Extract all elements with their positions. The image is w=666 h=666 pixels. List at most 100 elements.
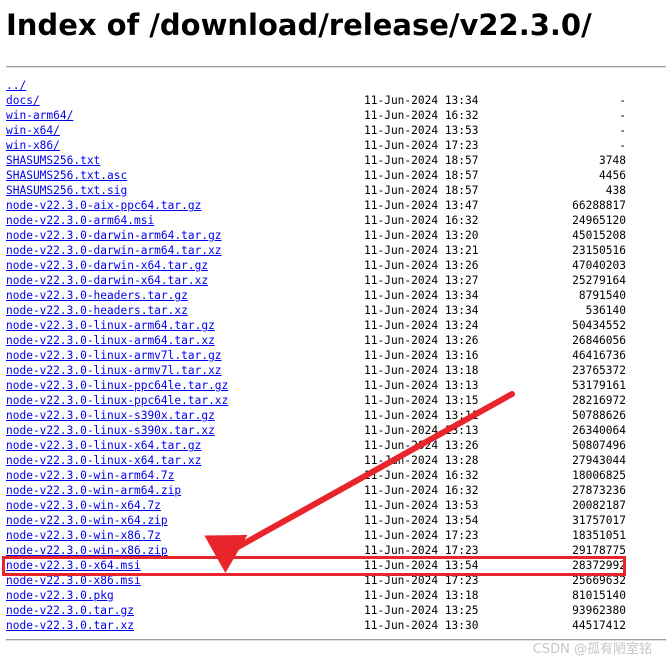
listing-row: node-v22.3.0-win-arm64.7z 11-Jun-2024 16:… — [6, 468, 626, 483]
listing-row: node-v22.3.0.tar.xz 11-Jun-2024 13:30 4451… — [6, 618, 626, 633]
listing-row: win-x86/11-Jun-2024 17:23 - — [6, 138, 626, 153]
listing-row: docs/11-Jun-2024 13:34 - — [6, 93, 626, 108]
modified-date: 11-Jun-2024 16:32 — [364, 469, 479, 482]
modified-date: 11-Jun-2024 17:23 — [364, 529, 479, 542]
directory-link[interactable]: win-x86/ — [6, 138, 60, 153]
file-link[interactable]: node-v22.3.0-linux-arm64.tar.xz — [6, 333, 215, 348]
listing-row: node-v22.3.0-x86.msi 11-Jun-2024 17:23 256… — [6, 573, 626, 588]
modified-date: 11-Jun-2024 16:32 — [364, 109, 479, 122]
file-size: - — [619, 124, 626, 137]
file-size: 31757017 — [572, 514, 626, 527]
modified-date: 11-Jun-2024 13:26 — [364, 259, 479, 272]
file-size: 18006825 — [572, 469, 626, 482]
modified-date: 11-Jun-2024 13:53 — [364, 124, 479, 137]
listing-row: node-v22.3.0-arm64.msi 11-Jun-2024 16:32 2… — [6, 213, 626, 228]
modified-date: 11-Jun-2024 13:13 — [364, 379, 479, 392]
file-link[interactable]: node-v22.3.0-linux-x64.tar.gz — [6, 438, 201, 453]
directory-link[interactable]: win-x64/ — [6, 123, 60, 138]
listing-row: node-v22.3.0-win-x86.zip 11-Jun-2024 17:2… — [6, 543, 626, 558]
file-link[interactable]: node-v22.3.0-aix-ppc64.tar.gz — [6, 198, 201, 213]
file-size: 28372992 — [572, 559, 626, 572]
file-link[interactable]: node-v22.3.0-darwin-x64.tar.gz — [6, 258, 208, 273]
directory-link[interactable]: win-arm64/ — [6, 108, 73, 123]
file-link[interactable]: node-v22.3.0-x86.msi — [6, 573, 141, 588]
listing-row: node-v22.3.0-win-x86.7z 11-Jun-2024 17:23… — [6, 528, 626, 543]
listing-row: win-arm64/11-Jun-2024 16:32 - — [6, 108, 626, 123]
file-link[interactable]: node-v22.3.0-linux-s390x.tar.xz — [6, 423, 215, 438]
listing-row: node-v22.3.0-linux-armv7l.tar.xz 11-Jun-2… — [6, 363, 626, 378]
modified-date: 11-Jun-2024 13:34 — [364, 304, 479, 317]
file-size: 25279164 — [572, 274, 626, 287]
modified-date: 11-Jun-2024 13:47 — [364, 199, 479, 212]
file-link[interactable]: node-v22.3.0-arm64.msi — [6, 213, 154, 228]
file-link[interactable]: node-v22.3.0-linux-armv7l.tar.gz — [6, 348, 222, 363]
listing-row: ../ — [6, 78, 626, 93]
listing-row: node-v22.3.0-aix-ppc64.tar.gz 11-Jun-2024… — [6, 198, 626, 213]
modified-date: 11-Jun-2024 13:18 — [364, 364, 479, 377]
modified-date: 11-Jun-2024 17:23 — [364, 574, 479, 587]
listing-row: node-v22.3.0-darwin-x64.tar.gz 11-Jun-202… — [6, 258, 626, 273]
file-link[interactable]: node-v22.3.0-headers.tar.xz — [6, 303, 188, 318]
modified-date: 11-Jun-2024 13:28 — [364, 454, 479, 467]
file-size: 4456 — [599, 169, 626, 182]
listing-row: node-v22.3.0-win-x64.zip 11-Jun-2024 13:5… — [6, 513, 626, 528]
file-size: 23765372 — [572, 364, 626, 377]
file-link[interactable]: node-v22.3.0-linux-ppc64le.tar.xz — [6, 393, 228, 408]
file-size: 438 — [605, 184, 626, 197]
modified-date: 11-Jun-2024 13:11 — [364, 409, 479, 422]
file-link[interactable]: node-v22.3.0.pkg — [6, 588, 114, 603]
file-size: 46416736 — [572, 349, 626, 362]
file-size: - — [619, 139, 626, 152]
file-link[interactable]: SHASUMS256.txt.sig — [6, 183, 127, 198]
listing-row: node-v22.3.0-win-arm64.zip 11-Jun-2024 16… — [6, 483, 626, 498]
file-listing: ../docs/11-Jun-2024 13:34- win-arm64/11-J… — [6, 78, 626, 633]
file-link[interactable]: node-v22.3.0-darwin-arm64.tar.xz — [6, 243, 222, 258]
directory-link[interactable]: ../ — [6, 78, 26, 93]
modified-date: 11-Jun-2024 18:57 — [364, 169, 479, 182]
file-link[interactable]: node-v22.3.0-headers.tar.gz — [6, 288, 188, 303]
file-link[interactable]: node-v22.3.0-linux-arm64.tar.gz — [6, 318, 215, 333]
file-size: 18351051 — [572, 529, 626, 542]
file-link[interactable]: node-v22.3.0-win-arm64.zip — [6, 483, 181, 498]
listing-row: node-v22.3.0-linux-x64.tar.xz 11-Jun-2024… — [6, 453, 626, 468]
file-link[interactable]: node-v22.3.0.tar.xz — [6, 618, 134, 633]
directory-link[interactable]: docs/ — [6, 93, 40, 108]
file-link[interactable]: node-v22.3.0-linux-armv7l.tar.xz — [6, 363, 222, 378]
file-link[interactable]: node-v22.3.0-win-arm64.7z — [6, 468, 174, 483]
file-size: 45015208 — [572, 229, 626, 242]
file-link[interactable]: node-v22.3.0.tar.gz — [6, 603, 134, 618]
listing-row: node-v22.3.0-linux-x64.tar.gz 11-Jun-2024… — [6, 438, 626, 453]
file-size: 26846056 — [572, 334, 626, 347]
modified-date: 11-Jun-2024 13:21 — [364, 244, 479, 257]
file-link[interactable]: node-v22.3.0-linux-x64.tar.xz — [6, 453, 201, 468]
modified-date: 11-Jun-2024 13:13 — [364, 424, 479, 437]
modified-date: 11-Jun-2024 17:23 — [364, 544, 479, 557]
listing-row: node-v22.3.0-linux-armv7l.tar.gz 11-Jun-2… — [6, 348, 626, 363]
modified-date: 11-Jun-2024 13:16 — [364, 349, 479, 362]
file-size: 29178775 — [572, 544, 626, 557]
modified-date: 11-Jun-2024 16:32 — [364, 484, 479, 497]
file-link[interactable]: node-v22.3.0-win-x64.7z — [6, 498, 161, 513]
file-link[interactable]: node-v22.3.0-x64.msi — [6, 558, 141, 573]
file-link[interactable]: node-v22.3.0-win-x64.zip — [6, 513, 168, 528]
file-size: 53179161 — [572, 379, 626, 392]
file-link[interactable]: node-v22.3.0-darwin-x64.tar.xz — [6, 273, 208, 288]
file-link[interactable]: node-v22.3.0-linux-s390x.tar.gz — [6, 408, 215, 423]
file-link[interactable]: node-v22.3.0-win-x86.zip — [6, 543, 168, 558]
file-size: 50788626 — [572, 409, 626, 422]
file-link[interactable]: SHASUMS256.txt — [6, 153, 100, 168]
listing-row: node-v22.3.0-darwin-x64.tar.xz 11-Jun-202… — [6, 273, 626, 288]
file-link[interactable]: node-v22.3.0-darwin-arm64.tar.gz — [6, 228, 222, 243]
listing-row: node-v22.3.0-darwin-arm64.tar.gz 11-Jun-2… — [6, 228, 626, 243]
file-size: 25669632 — [572, 574, 626, 587]
listing-row: node-v22.3.0.pkg 11-Jun-2024 13:18 8101514… — [6, 588, 626, 603]
modified-date: 11-Jun-2024 13:25 — [364, 604, 479, 617]
listing-row: SHASUMS256.txt.asc 11-Jun-2024 18:57 4456 — [6, 168, 626, 183]
listing-row: node-v22.3.0-linux-s390x.tar.gz 11-Jun-20… — [6, 408, 626, 423]
file-size: 26340064 — [572, 424, 626, 437]
modified-date: 11-Jun-2024 13:30 — [364, 619, 479, 632]
file-link[interactable]: node-v22.3.0-win-x86.7z — [6, 528, 161, 543]
modified-date: 11-Jun-2024 13:27 — [364, 274, 479, 287]
file-link[interactable]: SHASUMS256.txt.asc — [6, 168, 127, 183]
file-link[interactable]: node-v22.3.0-linux-ppc64le.tar.gz — [6, 378, 228, 393]
